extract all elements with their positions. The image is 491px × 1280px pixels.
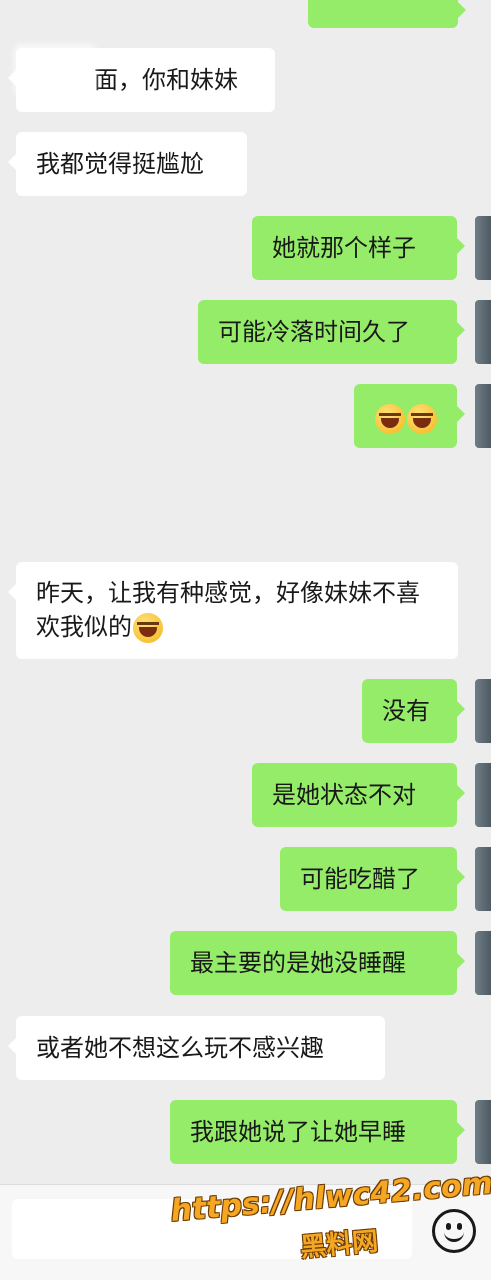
message-bubble-sent[interactable]: 最主要的是她没睡醒 — [170, 931, 465, 995]
message-bubble-received[interactable]: 或者她不想这么玩不感兴趣 — [8, 1016, 385, 1080]
message-text: 可能吃醋了 — [300, 865, 420, 893]
message-text: 她就那个样子 — [272, 234, 416, 262]
message-bubble-received[interactable]: 昨天，让我有种感觉，好像妹妹不喜欢我似的 — [8, 562, 458, 659]
message-text: 没有 — [382, 697, 430, 725]
message-bubble-sent[interactable] — [354, 384, 465, 448]
avatar[interactable] — [475, 300, 491, 364]
message-bubble-sent[interactable]: 没有 — [362, 679, 465, 743]
message-text: 可能冷落时间久了 — [218, 318, 410, 346]
message-bubble-sent[interactable]: 我跟她说了让她早睡 — [170, 1100, 465, 1164]
message-bubble-sent[interactable]: 是她状态不对 — [252, 763, 465, 827]
facepalm-laugh-emoji-icon — [133, 613, 163, 643]
avatar[interactable] — [475, 679, 491, 743]
message-bubble-sent[interactable]: 可能吃醋了 — [280, 847, 465, 911]
message-bubble-sent[interactable]: 可能冷落时间久了 — [198, 300, 465, 364]
message-text: 昨天，让我有种感觉，好像妹妹不喜欢我似的 — [36, 579, 420, 641]
avatar[interactable] — [475, 216, 491, 280]
message-text: 最主要的是她没睡醒 — [190, 949, 406, 977]
smiley-icon[interactable] — [432, 1209, 476, 1253]
message-text: 或者她不想这么玩不感兴趣 — [36, 1034, 324, 1062]
message-text: 面，你和妹妹 — [94, 66, 238, 94]
avatar[interactable] — [475, 931, 491, 995]
message-bubble-sent[interactable] — [308, 0, 466, 28]
redacted-region — [16, 46, 94, 94]
avatar[interactable] — [475, 384, 491, 448]
avatar[interactable] — [475, 847, 491, 911]
message-text: 是她状态不对 — [272, 781, 416, 809]
tears-of-joy-emoji-icon — [407, 404, 437, 434]
message-bubble-received[interactable]: 我都觉得挺尴尬 — [8, 132, 247, 196]
message-text: 我跟她说了让她早睡 — [190, 1118, 406, 1146]
message-bubble-sent[interactable]: 她就那个样子 — [252, 216, 465, 280]
avatar[interactable] — [475, 1100, 491, 1164]
avatar[interactable] — [475, 763, 491, 827]
message-text: 我都觉得挺尴尬 — [36, 150, 204, 178]
tears-of-joy-emoji-icon — [375, 404, 405, 434]
watermark-brand: 黑料网 — [299, 1226, 380, 1264]
